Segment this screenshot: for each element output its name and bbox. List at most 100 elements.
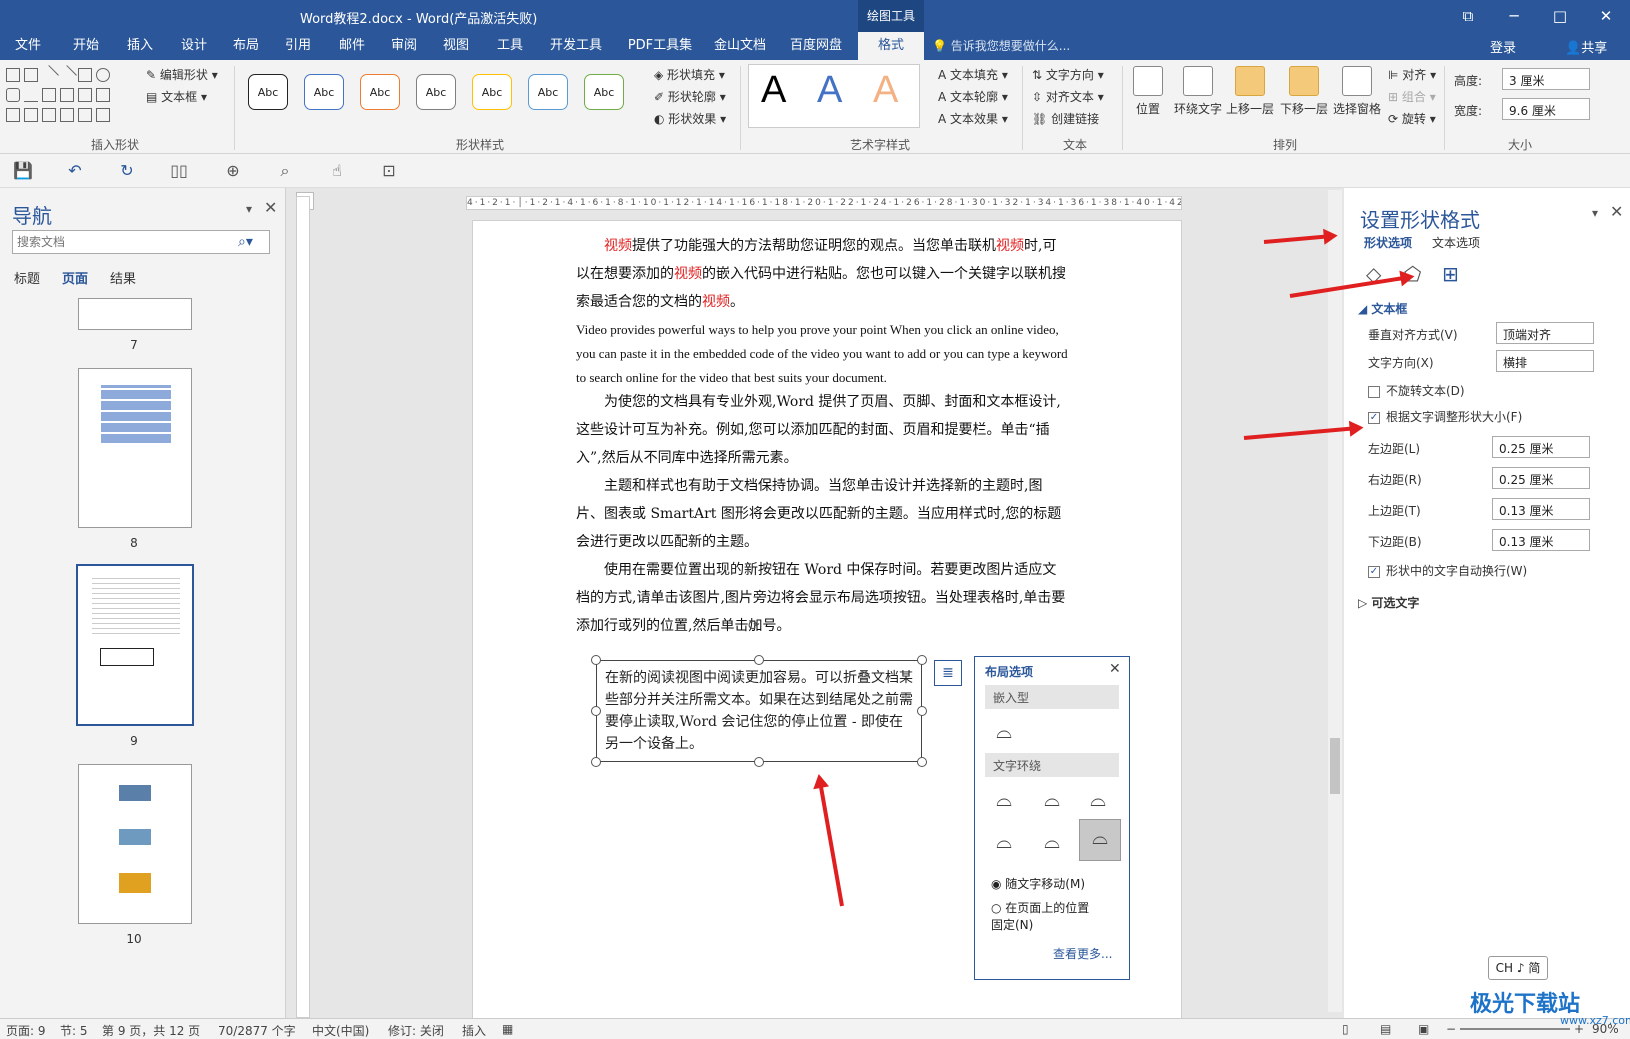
shape-style-5[interactable]: Abc — [472, 74, 512, 110]
nav-tab-pages[interactable]: 页面 — [62, 268, 88, 287]
minimize-button[interactable]: ─ — [1494, 4, 1534, 28]
wrap-text-button[interactable]: 环绕文字 — [1170, 66, 1226, 117]
redo-icon[interactable]: ↻ — [116, 161, 138, 181]
restore-ribbon-icon[interactable]: ⧉ — [1448, 4, 1488, 28]
shape-fill-button[interactable]: ◈ 形状填充 ▾ — [654, 66, 725, 83]
share-button[interactable]: 👤共享 — [1565, 37, 1607, 56]
status-track-changes[interactable]: 修订: 关闭 — [388, 1022, 444, 1039]
tab-text-options[interactable]: 文本选项 — [1432, 234, 1480, 251]
page-thumbnail-7[interactable] — [78, 298, 192, 330]
nav-tab-results[interactable]: 结果 — [110, 268, 136, 287]
shape-style-2[interactable]: Abc — [304, 74, 344, 110]
tab-developer[interactable]: 开发工具 — [540, 32, 612, 60]
text-direction-dropdown[interactable]: 横排 — [1496, 350, 1594, 372]
wrap-through-icon[interactable]: ⌓ — [1079, 781, 1117, 817]
selected-textbox[interactable]: 在新的阅读视图中阅读更加容易。可以折叠文档某些部分并关注所需文本。如果在达到结尾… — [596, 660, 922, 762]
paragraph-2-english[interactable]: Video provides powerful ways to help you… — [576, 318, 1076, 390]
create-link-button[interactable]: ⛓ 创建链接 — [1032, 110, 1099, 127]
resize-handle-tl[interactable] — [591, 655, 601, 665]
resize-handle-t[interactable] — [754, 655, 764, 665]
shape-outline-button[interactable]: ✐ 形状轮廓 ▾ — [654, 88, 726, 105]
page-thumbnail-8[interactable] — [78, 368, 192, 528]
selection-pane-button[interactable]: 选择窗格 — [1330, 66, 1384, 117]
wordart-style-black[interactable]: A — [761, 69, 786, 112]
tab-tools[interactable]: 工具 — [484, 32, 536, 60]
wordart-style-blue[interactable]: A — [817, 69, 842, 112]
search-icon[interactable]: ⌕▾ — [238, 234, 253, 250]
tab-insert[interactable]: 插入 — [114, 32, 166, 60]
ime-indicator[interactable]: CH ♪ 简 — [1488, 956, 1548, 980]
web-layout-icon[interactable]: ⊕ — [222, 161, 244, 181]
macro-icon[interactable]: ▦ — [502, 1022, 513, 1036]
text-effects-button[interactable]: A 文本效果 ▾ — [938, 110, 1008, 127]
width-input[interactable]: 9.6 厘米 — [1502, 98, 1590, 120]
resize-handle-l[interactable] — [591, 706, 601, 716]
wrap-infront-icon[interactable]: ⌓ — [1079, 819, 1121, 861]
zoom-out-icon[interactable]: − — [1446, 1022, 1456, 1036]
align-button[interactable]: ⊫ 对齐 ▾ — [1388, 66, 1436, 83]
pane-options-icon[interactable]: ▾ — [1592, 206, 1598, 220]
height-input[interactable]: 3 厘米 — [1502, 68, 1590, 90]
nav-options-icon[interactable]: ▾ — [246, 202, 252, 216]
status-language[interactable]: 中文(中国) — [312, 1022, 369, 1039]
wrap-text-checkbox[interactable]: ✓ 形状中的文字自动换行(W) — [1368, 562, 1527, 579]
no-rotate-checkbox[interactable]: 不旋转文本(D) — [1368, 382, 1465, 399]
tab-format[interactable]: 格式 — [858, 32, 924, 60]
shape-style-4[interactable]: Abc — [416, 74, 456, 110]
resize-handle-bl[interactable] — [591, 757, 601, 767]
status-words[interactable]: 70/2877 个字 — [218, 1022, 296, 1039]
login-link[interactable]: 登录 — [1490, 37, 1516, 56]
save-icon[interactable]: 💾 — [12, 161, 34, 181]
autofit-checkbox[interactable]: ✓ 根据文字调整形状大小(F) — [1368, 408, 1522, 425]
textbox-section-header[interactable]: ◢ 文本框 — [1358, 300, 1407, 317]
group-button[interactable]: ⊞ 组合 ▾ — [1388, 88, 1436, 105]
top-margin-input[interactable]: 0.13 厘米 — [1492, 498, 1590, 520]
bottom-margin-input[interactable]: 0.13 厘米 — [1492, 529, 1590, 551]
touch-mode-icon[interactable]: ☝ — [326, 161, 348, 181]
left-margin-input[interactable]: 0.25 厘米 — [1492, 436, 1590, 458]
tab-view[interactable]: 视图 — [430, 32, 482, 60]
tab-layout[interactable]: 布局 — [220, 32, 272, 60]
wrap-top-bottom-icon[interactable]: ⌓ — [985, 823, 1023, 859]
read-mode-view-icon[interactable]: ▯ — [1342, 1022, 1349, 1036]
tab-shape-options[interactable]: 形状选项 — [1364, 234, 1412, 251]
layout-options-icon[interactable]: ≣ — [934, 660, 962, 686]
tab-review[interactable]: 审阅 — [378, 32, 430, 60]
nav-search-input[interactable] — [12, 230, 270, 254]
layout-properties-icon[interactable]: ⊞ — [1442, 262, 1459, 286]
popup-close-icon[interactable]: ✕ — [1109, 661, 1121, 677]
shapes-gallery[interactable] — [6, 65, 136, 132]
page-thumbnail-10[interactable] — [78, 764, 192, 924]
textbox-button[interactable]: ▤ 文本框 ▾ — [146, 88, 207, 105]
alt-text-section[interactable]: ▷ 可选文字 — [1358, 594, 1419, 611]
edit-shape-button[interactable]: ✎ 编辑形状 ▾ — [146, 66, 218, 83]
tell-me-box[interactable]: 💡 告诉我您想要做什么... — [932, 37, 1070, 54]
paragraph-4[interactable]: 主题和样式也有助于文档保持协调。当您单击设计并选择新的主题时,图片、图表或 Sm… — [576, 472, 1070, 556]
zoom-slider[interactable] — [1460, 1028, 1570, 1030]
status-pages[interactable]: 第 9 页，共 12 页 — [102, 1022, 200, 1039]
resize-handle-br[interactable] — [917, 757, 927, 767]
paragraph-3[interactable]: 为使您的文档具有专业外观,Word 提供了页眉、页脚、封面和文本框设计,这些设计… — [576, 388, 1070, 472]
fix-position-radio[interactable]: ○ 在页面上的位置固定(N) — [991, 899, 1101, 933]
shape-effects-button[interactable]: ◐ 形状效果 ▾ — [654, 110, 726, 127]
align-text-button[interactable]: ⇳ 对齐文本 ▾ — [1032, 88, 1104, 105]
bring-forward-button[interactable]: 上移一层 — [1222, 66, 1278, 117]
page-thumbnail-9[interactable] — [76, 564, 194, 726]
scroll-thumb[interactable] — [1330, 738, 1340, 794]
tab-pdf[interactable]: PDF工具集 — [620, 32, 700, 60]
wrap-square-icon[interactable]: ⌓ — [985, 781, 1023, 817]
rotate-button[interactable]: ⟳ 旋转 ▾ — [1388, 110, 1436, 127]
shape-style-3[interactable]: Abc — [360, 74, 400, 110]
status-page[interactable]: 页面: 9 — [6, 1022, 46, 1039]
text-outline-button[interactable]: A 文本轮廓 ▾ — [938, 88, 1008, 105]
vertical-scrollbar[interactable] — [1328, 190, 1342, 1012]
tab-references[interactable]: 引用 — [272, 32, 324, 60]
print-preview-icon[interactable]: ⌕ — [274, 161, 296, 181]
shape-style-1[interactable]: Abc — [248, 74, 288, 110]
rotate-handle-icon[interactable]: ⟳ — [748, 618, 760, 634]
read-mode-icon[interactable]: ▯▯ — [168, 161, 190, 181]
wordart-gallery[interactable]: A A A — [748, 64, 920, 128]
pane-close-icon[interactable]: ✕ — [1610, 202, 1623, 221]
tab-design[interactable]: 设计 — [168, 32, 220, 60]
resize-handle-r[interactable] — [917, 706, 927, 716]
